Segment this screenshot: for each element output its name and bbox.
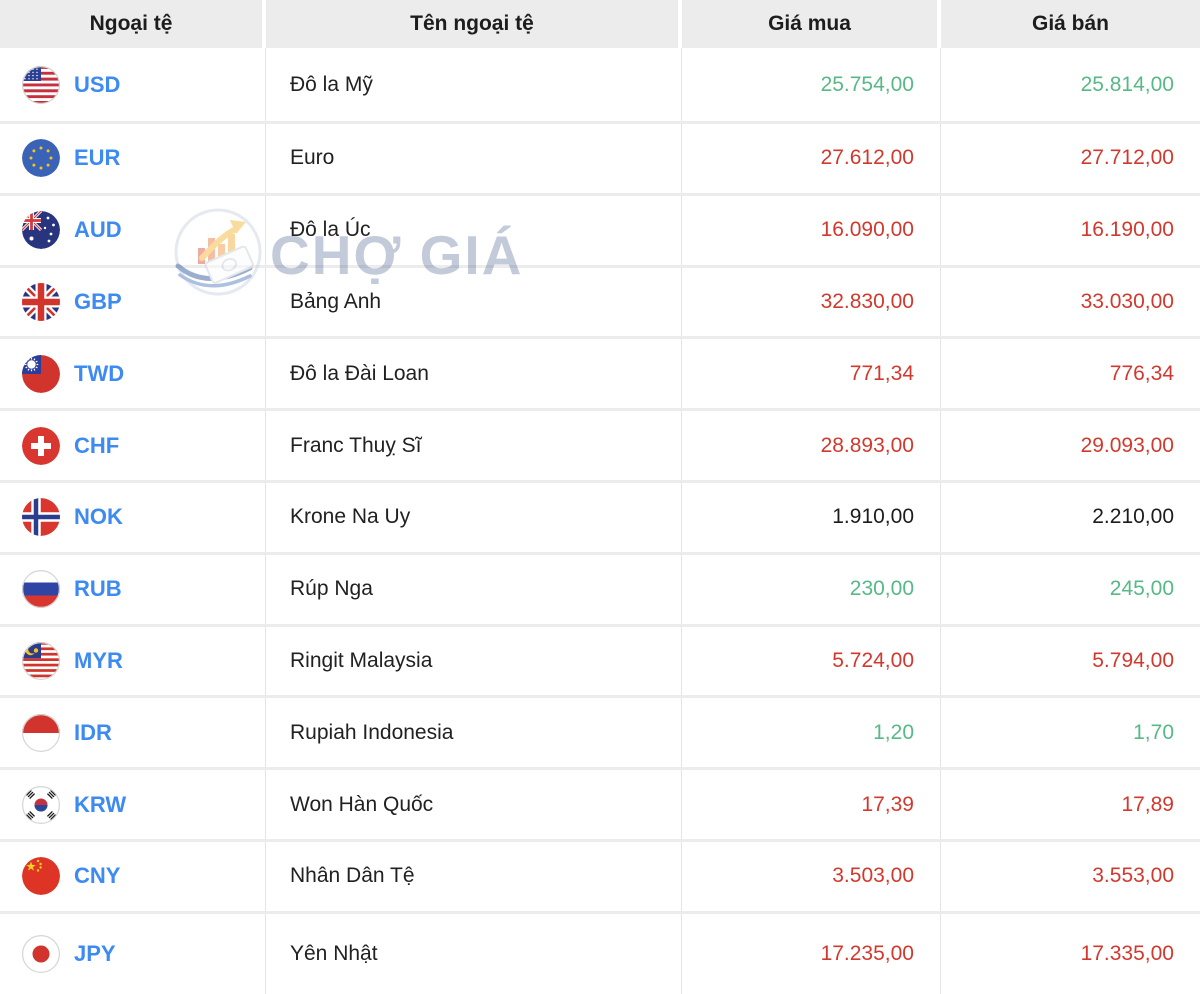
currency-name: Rupiah Indonesia — [266, 698, 682, 768]
currency-code-link[interactable]: CHF — [74, 433, 119, 459]
header-sell-price: Giá bán — [941, 0, 1200, 48]
currency-name: Franc Thuỵ Sĩ — [266, 411, 682, 480]
sell-price-value: 2.210,00 — [1092, 505, 1174, 529]
flag-tw-icon — [22, 354, 60, 393]
sell-price-value: 33.030,00 — [1080, 289, 1174, 313]
sell-price-value: 5.794,00 — [1092, 648, 1174, 672]
buy-price-value: 1.910,00 — [682, 482, 941, 552]
currency-code-link[interactable]: MYR — [74, 648, 123, 674]
currency-name: Bảng Anh — [266, 267, 682, 337]
currency-code-link[interactable]: NOK — [74, 504, 123, 530]
flag-cn-icon — [22, 857, 60, 896]
currency-cell: KRW — [0, 770, 266, 839]
table-row: TWD Đô la Đài Loan 771,34 776,34 — [0, 339, 1200, 412]
currency-name: Won Hàn Quốc — [266, 770, 682, 839]
currency-code-link[interactable]: RUB — [74, 576, 122, 602]
currency-name: Đô la Mỹ — [266, 48, 682, 121]
sell-price-value: 3.553,00 — [1092, 864, 1174, 888]
currency-cell: GBP — [0, 267, 266, 337]
buy-price-value: 771,34 — [682, 339, 941, 409]
buy-price-value: 16.090,00 — [682, 195, 941, 265]
buy-price-value: 1,20 — [682, 698, 941, 768]
flag-ru-icon — [22, 570, 60, 609]
table-body: USD Đô la Mỹ 25.754,00 25.814,00 EUR Eur… — [0, 48, 1200, 994]
currency-cell: CNY — [0, 841, 266, 911]
currency-cell: EUR — [0, 124, 266, 193]
currency-code-link[interactable]: CNY — [74, 863, 120, 889]
flag-my-icon — [22, 641, 60, 680]
header-buy-price: Giá mua — [682, 0, 941, 48]
currency-cell: TWD — [0, 339, 266, 409]
currency-cell: RUB — [0, 554, 266, 624]
buy-price-value: 17,39 — [682, 770, 941, 839]
table-row: KRW Won Hàn Quốc 17,39 17,89 — [0, 770, 1200, 842]
currency-name: Ringit Malaysia — [266, 626, 682, 696]
currency-name: Nhân Dân Tệ — [266, 841, 682, 911]
currency-name: Rúp Nga — [266, 554, 682, 624]
currency-name: Đô la Đài Loan — [266, 339, 682, 409]
table-row: MYR Ringit Malaysia 5.724,00 5.794,00 — [0, 626, 1200, 699]
buy-price-value: 27.612,00 — [682, 124, 941, 193]
table-row: NOK Krone Na Uy 1.910,00 2.210,00 — [0, 482, 1200, 555]
table-header: Ngoại tệ Tên ngoại tệ Giá mua Giá bán — [0, 0, 1200, 48]
table-row: IDR Rupiah Indonesia 1,20 1,70 — [0, 698, 1200, 771]
table-row: AUD Đô la Úc 16.090,00 16.190,00 — [0, 195, 1200, 268]
flag-us-icon — [22, 65, 60, 104]
table-row: USD Đô la Mỹ 25.754,00 25.814,00 — [0, 48, 1200, 124]
currency-name: Krone Na Uy — [266, 482, 682, 552]
table-row: CHF Franc Thuỵ Sĩ 28.893,00 29.093,00 — [0, 411, 1200, 483]
currency-code-link[interactable]: KRW — [74, 792, 126, 818]
sell-price-value: 16.190,00 — [1080, 218, 1174, 242]
flag-ch-icon — [22, 426, 60, 465]
currency-name: Euro — [266, 124, 682, 193]
header-currency-name: Tên ngoại tệ — [266, 0, 682, 48]
currency-cell: NOK — [0, 482, 266, 552]
flag-jp-icon — [22, 934, 60, 973]
currency-code-link[interactable]: EUR — [74, 145, 120, 171]
sell-price-value: 25.814,00 — [1080, 72, 1174, 96]
currency-name: Yên Nhật — [266, 913, 682, 994]
flag-id-icon — [22, 713, 60, 752]
flag-au-icon — [22, 211, 60, 250]
table-row: CNY Nhân Dân Tệ 3.503,00 3.553,00 — [0, 841, 1200, 914]
buy-price-value: 5.724,00 — [682, 626, 941, 696]
currency-cell: USD — [0, 48, 266, 121]
header-currency: Ngoại tệ — [0, 0, 266, 48]
sell-price-value: 27.712,00 — [1080, 146, 1174, 170]
table-row: GBP Bảng Anh 32.830,00 33.030,00 — [0, 267, 1200, 340]
sell-price-value: 17.335,00 — [1080, 941, 1174, 965]
table-row: RUB Rúp Nga 230,00 245,00 — [0, 554, 1200, 627]
currency-code-link[interactable]: GBP — [74, 289, 122, 315]
currency-cell: CHF — [0, 411, 266, 480]
sell-price-value: 245,00 — [1109, 577, 1174, 601]
currency-code-link[interactable]: USD — [74, 72, 120, 98]
sell-price-value: 17,89 — [1121, 792, 1174, 816]
sell-price-value: 29.093,00 — [1080, 433, 1174, 457]
currency-code-link[interactable]: AUD — [74, 217, 122, 243]
currency-code-link[interactable]: IDR — [74, 720, 112, 746]
buy-price-value: 17.235,00 — [682, 913, 941, 994]
flag-gb-icon — [22, 282, 60, 321]
flag-eu-icon — [22, 139, 60, 178]
currency-cell: JPY — [0, 913, 266, 994]
buy-price-value: 25.754,00 — [682, 48, 941, 121]
currency-cell: AUD — [0, 195, 266, 265]
flag-no-icon — [22, 498, 60, 537]
currency-name: Đô la Úc — [266, 195, 682, 265]
buy-price-value: 3.503,00 — [682, 841, 941, 911]
sell-price-value: 1,70 — [1133, 720, 1174, 744]
currency-cell: IDR — [0, 698, 266, 768]
currency-code-link[interactable]: JPY — [74, 941, 116, 967]
table-row: JPY Yên Nhật 17.235,00 17.335,00 — [0, 913, 1200, 994]
flag-kr-icon — [22, 785, 60, 824]
currency-code-link[interactable]: TWD — [74, 361, 124, 387]
sell-price-value: 776,34 — [1109, 361, 1174, 385]
buy-price-value: 32.830,00 — [682, 267, 941, 337]
table-row: EUR Euro 27.612,00 27.712,00 — [0, 124, 1200, 196]
buy-price-value: 28.893,00 — [682, 411, 941, 480]
buy-price-value: 230,00 — [682, 554, 941, 624]
currency-cell: MYR — [0, 626, 266, 696]
exchange-rate-table: Ngoại tệ Tên ngoại tệ Giá mua Giá bán US… — [0, 0, 1200, 994]
